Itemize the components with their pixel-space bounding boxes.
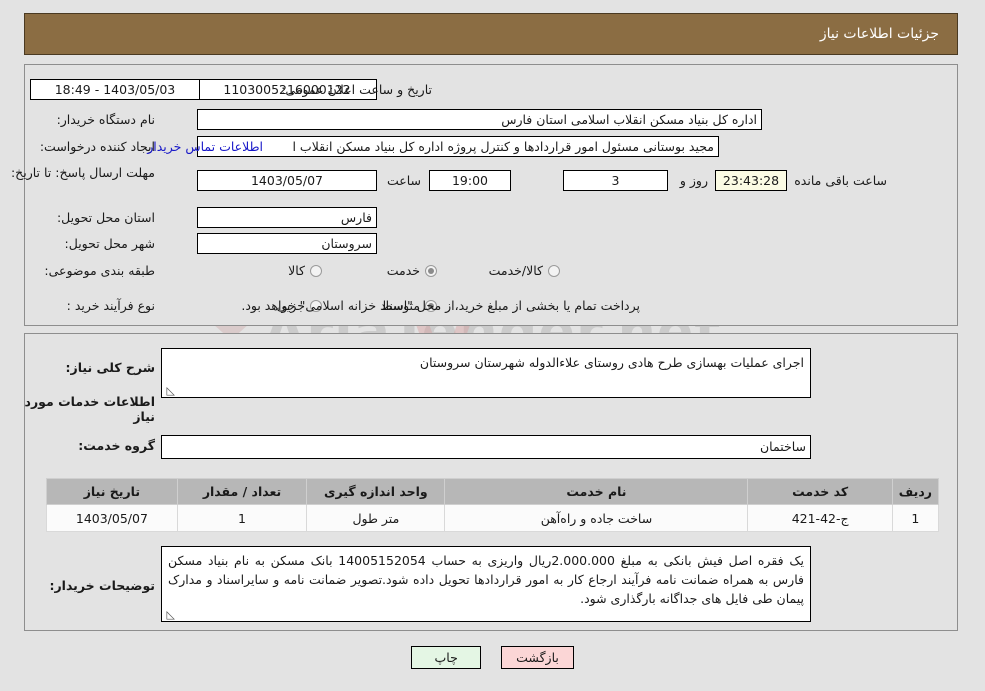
public-announce-value: 1403/05/03 - 18:49 [30, 79, 200, 100]
col-unit: واحد اندازه گیری [306, 478, 446, 505]
resize-grip-icon-2[interactable]: ◺ [165, 609, 175, 620]
category-radio-kala-khedmat[interactable] [548, 264, 560, 277]
category-option-label-2: کالا/خدمت [488, 263, 543, 278]
col-code: کد خدمت [747, 478, 893, 505]
deadline-label: مهلت ارسال پاسخ: تا تاریخ: [10, 165, 155, 180]
col-date: تاریخ نیاز [46, 478, 178, 505]
col-name: نام خدمت [444, 478, 749, 505]
cell-date: 1403/05/07 [46, 504, 178, 532]
requester-value: مجید بوستانی مسئول امور قراردادها و کنتر… [197, 136, 719, 157]
col-qty: تعداد / مقدار [176, 478, 308, 505]
buyer-contact-link[interactable]: اطلاعات تماس خریدار [147, 139, 263, 154]
cell-code: ج-42-421 [747, 504, 893, 532]
print-button[interactable]: چاپ [411, 646, 482, 669]
public-announce-label: تاریخ و ساعت اعلان عمومی: [281, 82, 432, 97]
buyer-notes-value: یک فقره اصل فیش بانکی به مبلغ 2.000.000ر… [168, 553, 804, 606]
deadline-time: 19:00 [429, 170, 511, 191]
buyer-notes-textarea[interactable]: یک فقره اصل فیش بانکی به مبلغ 2.000.000ر… [161, 546, 811, 622]
category-radio-kala[interactable] [310, 264, 322, 277]
cell-qty: 1 [176, 504, 308, 532]
deadline-countdown: 23:43:28 [715, 170, 787, 191]
cell-name: ساخت جاده و راه‌آهن [444, 504, 749, 532]
cell-radif: 1 [891, 504, 940, 532]
deadline-days-label: روز و [679, 173, 708, 188]
deadline-date: 1403/05/07 [197, 170, 377, 191]
table-header-row: ردیف کد خدمت نام خدمت واحد اندازه گیری ت… [46, 478, 940, 505]
category-radio-khedmat[interactable] [425, 264, 437, 277]
province-label: استان محل تحویل: [56, 210, 155, 225]
buyer-org-label: نام دستگاه خریدار: [56, 112, 155, 127]
buyer-org-value: اداره کل بنیاد مسکن انقلاب اسلامی استان … [197, 109, 762, 130]
city-label: شهر محل تحویل: [64, 236, 155, 251]
deadline-countdown-label: ساعت باقی مانده [794, 173, 887, 188]
deadline-time-label: ساعت [386, 173, 421, 188]
back-button[interactable]: بازگشت [501, 646, 574, 669]
category-option-label-1: خدمت [386, 263, 420, 278]
page-header: جزئیات اطلاعات نیاز [24, 13, 958, 55]
page-title: جزئیات اطلاعات نیاز [819, 26, 939, 42]
service-section-heading: اطلاعات خدمات مورد نیاز [24, 394, 155, 424]
general-desc-value: اجرای عملیات بهسازی طرح هادی روستای علاء… [419, 355, 804, 370]
action-button-bar: بازگشت چاپ [0, 646, 985, 669]
table-row: 1 ج-42-421 ساخت جاده و راه‌آهن متر طول 1… [46, 504, 940, 532]
resize-grip-icon[interactable]: ◺ [165, 385, 175, 396]
general-desc-label: شرح کلی نیاز: [65, 360, 155, 375]
deadline-days: 3 [563, 170, 668, 191]
purchase-type-label: نوع فرآیند خرید : [66, 298, 155, 313]
requester-label: ایجاد کننده درخواست: [39, 139, 155, 154]
need-info-panel [24, 64, 958, 326]
city-value: سروستان [197, 233, 377, 254]
category-label: طبقه بندی موضوعی: [44, 263, 155, 278]
cell-unit: متر طول [306, 504, 446, 532]
general-desc-textarea[interactable]: اجرای عملیات بهسازی طرح هادی روستای علاء… [161, 348, 811, 398]
category-option-label-0: کالا [288, 263, 305, 278]
service-group-label: گروه خدمت: [78, 438, 155, 453]
services-table: ردیف کد خدمت نام خدمت واحد اندازه گیری ت… [46, 478, 940, 532]
col-radif: ردیف [891, 478, 940, 505]
buyer-notes-label: توضیحات خریدار: [49, 578, 155, 593]
purchase-type-note: پرداخت تمام یا بخشی از مبلغ خرید،از محل … [241, 298, 640, 313]
province-value: فارس [197, 207, 377, 228]
service-group-value[interactable]: ساختمان [161, 435, 811, 459]
